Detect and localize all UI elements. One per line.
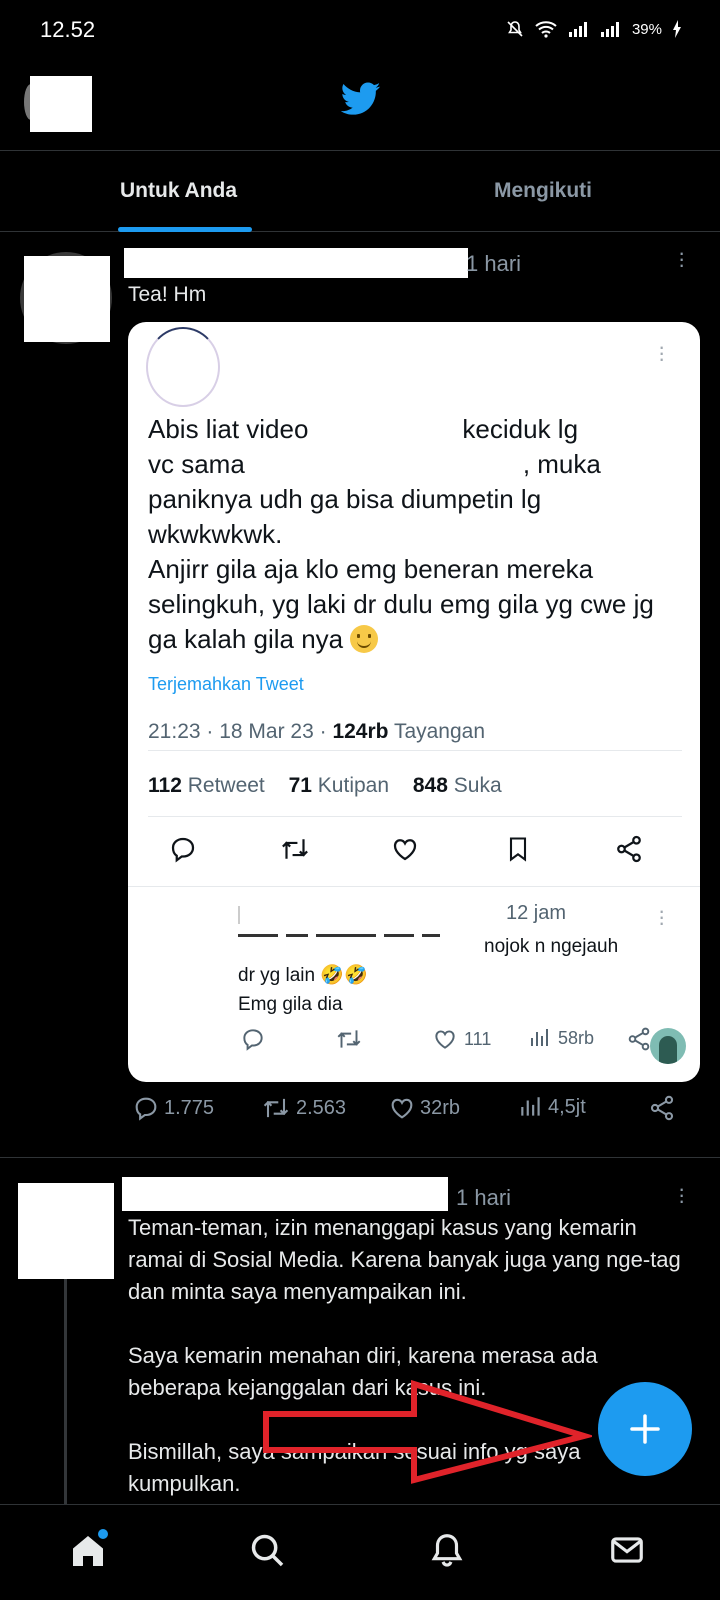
tweet-author-redacted[interactable] [122,1177,448,1211]
profile-avatar[interactable] [30,76,92,132]
reply-icon [135,1097,157,1121]
plus-icon [630,1414,660,1444]
quoted-line: wkwkwkwk. [148,519,283,549]
quoted-tweet-text: Abis liat video keciduk lg vc sama, muka … [148,412,678,657]
mail-icon[interactable] [608,1531,646,1569]
tweet-paragraph: Teman-teman, izin menanggapi kasus yang … [128,1215,681,1304]
tweet-action-bar: 1.775 2.563 32rb 4,5jt [0,1094,720,1130]
retweet-count: 2.563 [296,1096,347,1119]
woozy-face-emoji-icon [350,625,379,653]
signal-icon [568,22,587,37]
like-count: 32rb [420,1096,461,1119]
views-button[interactable]: 58rb [528,1026,594,1050]
retweet-count[interactable]: 112 Retweet [148,774,265,797]
divider [148,750,682,751]
signal-icon [600,22,619,37]
tab-for-you[interactable]: Untuk Anda [120,179,237,203]
search-icon[interactable] [248,1531,286,1569]
share-icon[interactable] [648,1094,676,1122]
like-count[interactable]: 848 Suka [413,774,502,797]
retweet-icon[interactable] [278,834,312,864]
quoted-action-bar [128,834,700,874]
tweet-avatar[interactable] [18,1183,114,1279]
bell-icon[interactable] [428,1531,466,1569]
tweet-stats: 112 Retweet 71 Kutipan 848 Suka [148,774,520,798]
charging-icon [673,20,681,38]
twitter-bird-icon[interactable] [341,82,381,116]
annotation-arrow [263,1380,592,1484]
wifi-icon [535,21,557,38]
more-options-icon[interactable]: · · · [678,242,685,276]
tweet-time: 1 hari [456,1185,512,1210]
active-tab-indicator [118,227,252,232]
tab-following[interactable]: Mengikuti [494,179,592,203]
more-options-icon[interactable]: · · · [658,900,665,934]
more-options-icon[interactable]: · · · [658,336,665,370]
views-button[interactable]: 4,5jt [518,1094,586,1120]
quoted-avatar[interactable] [146,327,220,407]
like-icon[interactable] [390,834,420,864]
divider [0,1157,720,1158]
status-bar: 12.52 39% [0,0,720,62]
reply-author-edge [238,906,240,924]
reply-icon [243,1029,263,1051]
retweet-icon [337,1030,361,1048]
bookmark-icon[interactable] [504,834,532,864]
thread-line [64,1279,67,1504]
timeline-tabs: Untuk Anda Mengikuti [0,150,720,232]
quoted-line: ga kalah gila nya [148,622,678,657]
reply-text: nojok n ngejauh dr yg lain 🤣🤣 Emg gila d… [238,936,619,1015]
reply-button[interactable]: 1.775 [132,1094,214,1122]
quoted-line: Abis liat video keciduk lg [148,414,579,444]
retweet-button[interactable] [334,1026,364,1052]
like-button[interactable]: 32rb [388,1094,460,1122]
quoted-tweet-card[interactable]: · · · Abis liat video keciduk lg vc sama, m… [128,322,700,1082]
divider [148,816,682,817]
tweet-time: 1 hari [466,251,522,276]
view-count: 58rb [558,1027,595,1048]
reply-action-bar: 111 58rb [128,1026,700,1060]
tweet-text: Tea! Hm [128,283,207,306]
tweet-meta: 21:23 · 18 Mar 23 · 124rb Tayangan [148,720,486,743]
view-count: 4,5jt [548,1095,586,1118]
tweet-avatar[interactable] [24,256,110,342]
like-button[interactable]: 111 [432,1026,491,1052]
mini-avatar[interactable] [650,1028,686,1064]
like-count: 111 [464,1028,492,1049]
status-icons: 39% [506,20,682,38]
mute-icon [507,21,523,37]
analytics-icon [521,1097,540,1116]
compose-tweet-button[interactable] [598,1382,692,1476]
quoted-line: selingkuh, yg laki dr dulu emg gila yg c… [148,589,654,619]
share-icon[interactable] [626,1026,652,1052]
tweet-author-redacted[interactable] [124,248,468,278]
reply-icon[interactable] [168,834,198,864]
retweet-icon [263,1098,289,1118]
analytics-icon [531,1029,548,1046]
quoted-line: Anjirr gila aja klo emg beneran mereka [148,554,594,584]
reply-time: 12 jam [506,902,567,924]
battery-percent: 39% [631,20,662,38]
translate-tweet-link[interactable]: Terjemahkan Tweet [148,674,304,695]
more-options-icon[interactable]: · · · [678,1178,685,1212]
reply-button[interactable] [240,1026,266,1052]
quoted-line: vc sama, muka [148,449,601,479]
reply-count: 1.775 [164,1096,215,1119]
quoted-line: paniknya udh ga bisa diumpetin lg [148,484,542,514]
top-header [0,62,720,150]
share-icon[interactable] [614,834,644,864]
quote-count[interactable]: 71 Kutipan [289,774,389,797]
notification-dot [98,1529,108,1539]
bottom-nav [0,1504,720,1600]
reply-author-redacted[interactable] [236,902,486,932]
like-icon [391,1098,413,1119]
status-time: 12.52 [40,17,96,42]
like-icon [435,1030,455,1049]
retweet-button[interactable]: 2.563 [260,1094,346,1122]
divider [128,886,700,887]
